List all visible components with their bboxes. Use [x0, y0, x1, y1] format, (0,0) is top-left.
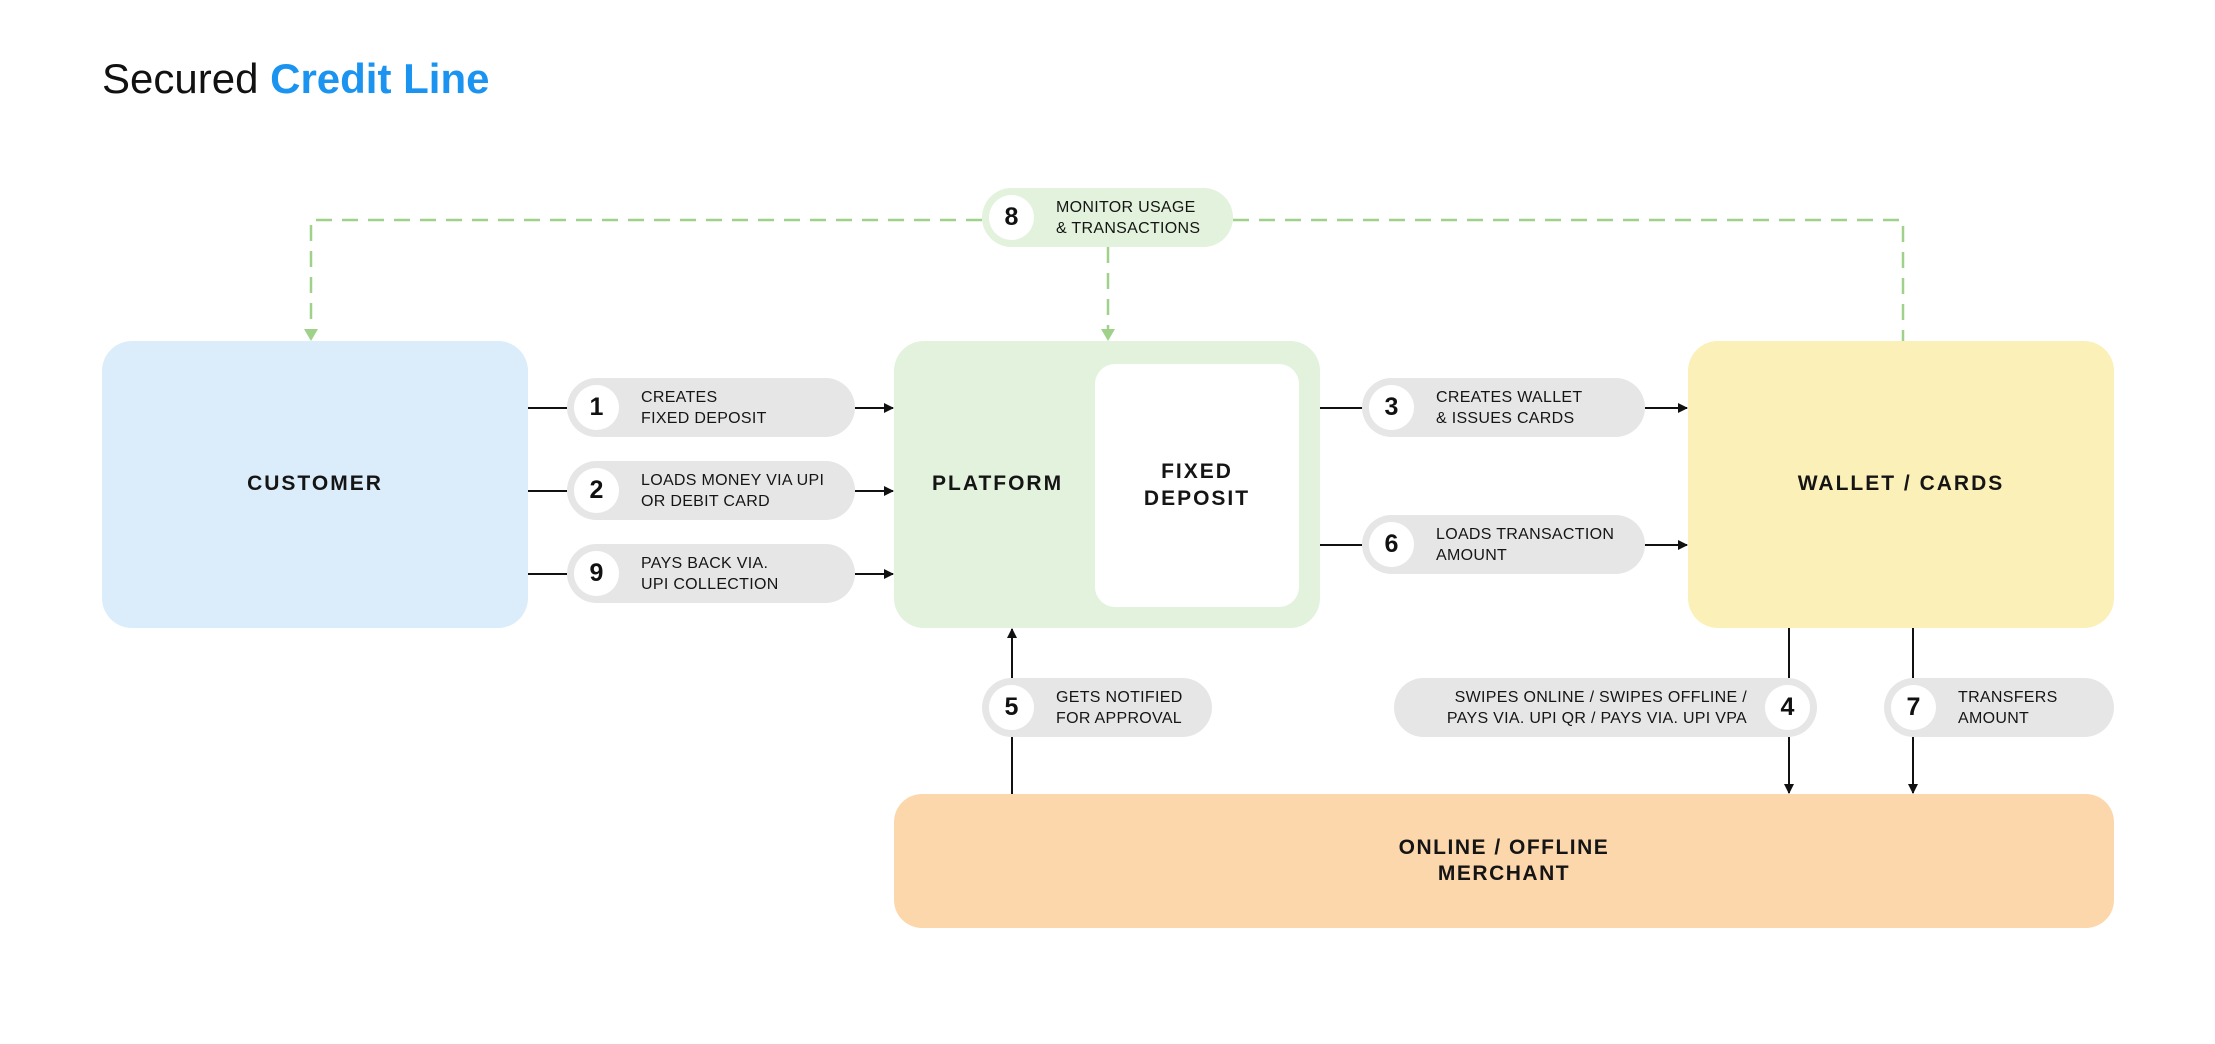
- step-4-pill: 4 SWIPES ONLINE / SWIPES OFFLINE / PAYS …: [1394, 678, 1817, 737]
- step-5-pill: 5 GETS NOTIFIED FOR APPROVAL: [982, 678, 1212, 737]
- step-1-pill: 1 CREATES FIXED DEPOSIT: [567, 378, 855, 437]
- step-6-pill: 6 LOADS TRANSACTION AMOUNT: [1362, 515, 1645, 574]
- step-8-pill: 8 MONITOR USAGE & TRANSACTIONS: [982, 188, 1233, 247]
- step-number-badge: 6: [1369, 522, 1414, 567]
- step-9-pill: 9 PAYS BACK VIA. UPI COLLECTION: [567, 544, 855, 603]
- step-label: CREATES FIXED DEPOSIT: [641, 388, 767, 427]
- step-number-badge: 4: [1765, 685, 1810, 730]
- platform-label: PLATFORM: [932, 472, 1064, 496]
- step-2-pill: 2 LOADS MONEY VIA UPI OR DEBIT CARD: [567, 461, 855, 520]
- step-label: LOADS MONEY VIA UPI OR DEBIT CARD: [641, 471, 825, 510]
- merchant-node[interactable]: ONLINE / OFFLINE MERCHANT: [894, 794, 2114, 928]
- customer-label: CUSTOMER: [247, 472, 383, 496]
- step-label: MONITOR USAGE & TRANSACTIONS: [1056, 198, 1201, 237]
- merchant-label: ONLINE / OFFLINE MERCHANT: [1398, 835, 1610, 885]
- monitor-arrowhead-platform: [1101, 329, 1115, 341]
- monitor-arrowhead-customer: [304, 329, 318, 341]
- step-label: SWIPES ONLINE / SWIPES OFFLINE / PAYS VI…: [1446, 688, 1747, 727]
- step-number-badge: 7: [1891, 685, 1936, 730]
- step-number-badge: 3: [1369, 385, 1414, 430]
- step-number-badge: 9: [574, 551, 619, 596]
- platform-node[interactable]: PLATFORM FIXED DEPOSIT: [894, 341, 1320, 628]
- monitor-line-to-wallet: [1233, 218, 1905, 341]
- step-7-pill: 7 TRANSFERS AMOUNT: [1884, 678, 2114, 737]
- fixed-deposit-node[interactable]: FIXED DEPOSIT: [1095, 364, 1299, 607]
- fixed-deposit-label: FIXED DEPOSIT: [1143, 460, 1251, 510]
- step-label: GETS NOTIFIED FOR APPROVAL: [1056, 688, 1183, 727]
- step-label: CREATES WALLET & ISSUES CARDS: [1436, 388, 1583, 427]
- step-number-badge: 2: [574, 468, 619, 513]
- step-number-badge: 8: [989, 195, 1034, 240]
- step-number-badge: 1: [574, 385, 619, 430]
- step-3-pill: 3 CREATES WALLET & ISSUES CARDS: [1362, 378, 1645, 437]
- monitor-line-to-customer: [309, 218, 982, 330]
- step-number-badge: 5: [989, 685, 1034, 730]
- step-label: PAYS BACK VIA. UPI COLLECTION: [641, 554, 779, 593]
- wallet-cards-node[interactable]: WALLET / CARDS: [1688, 341, 2114, 628]
- wallet-cards-label: WALLET / CARDS: [1797, 472, 2005, 496]
- customer-node[interactable]: CUSTOMER: [102, 341, 528, 628]
- step-label: LOADS TRANSACTION AMOUNT: [1436, 525, 1615, 564]
- step-label: TRANSFERS AMOUNT: [1958, 688, 2058, 727]
